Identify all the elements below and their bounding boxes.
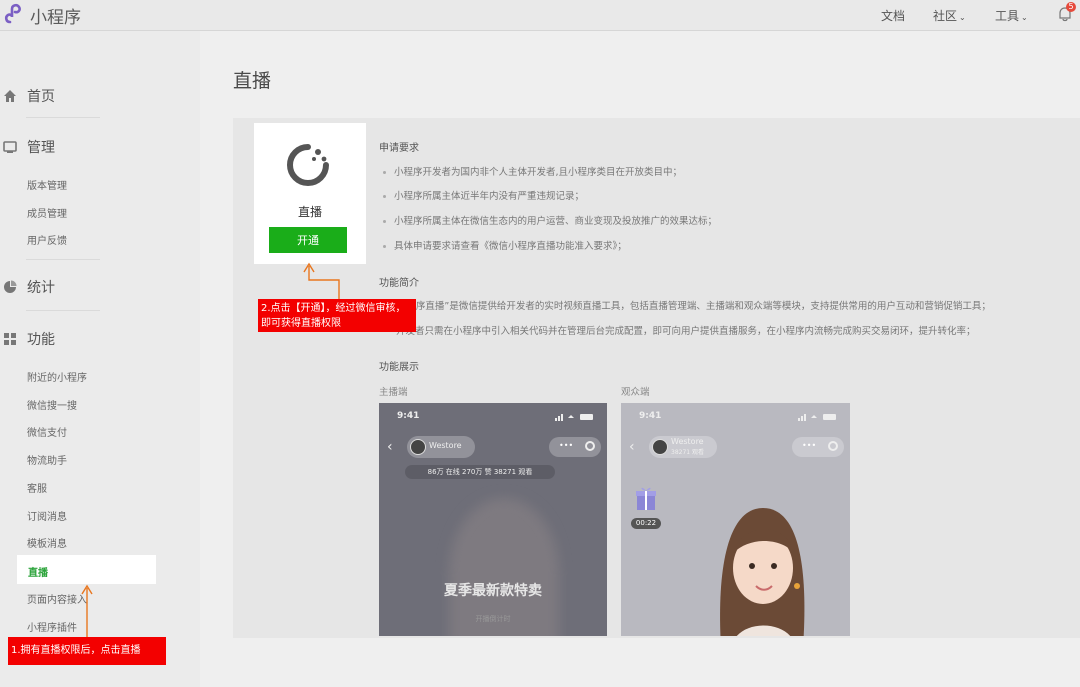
annotation-arrows (81, 262, 340, 640)
annotation-step2: 2.点击【开通】，经过微信审核，即可获得直播权限 (258, 299, 416, 332)
annotation-step1: 1.拥有直播权限后，点击直播 (8, 637, 166, 665)
page: 小程序 文档 社区 ⌄ 工具 ⌄ 5 首页 管理 版本管理 成员管理 用户反馈 统计 (0, 0, 1080, 687)
